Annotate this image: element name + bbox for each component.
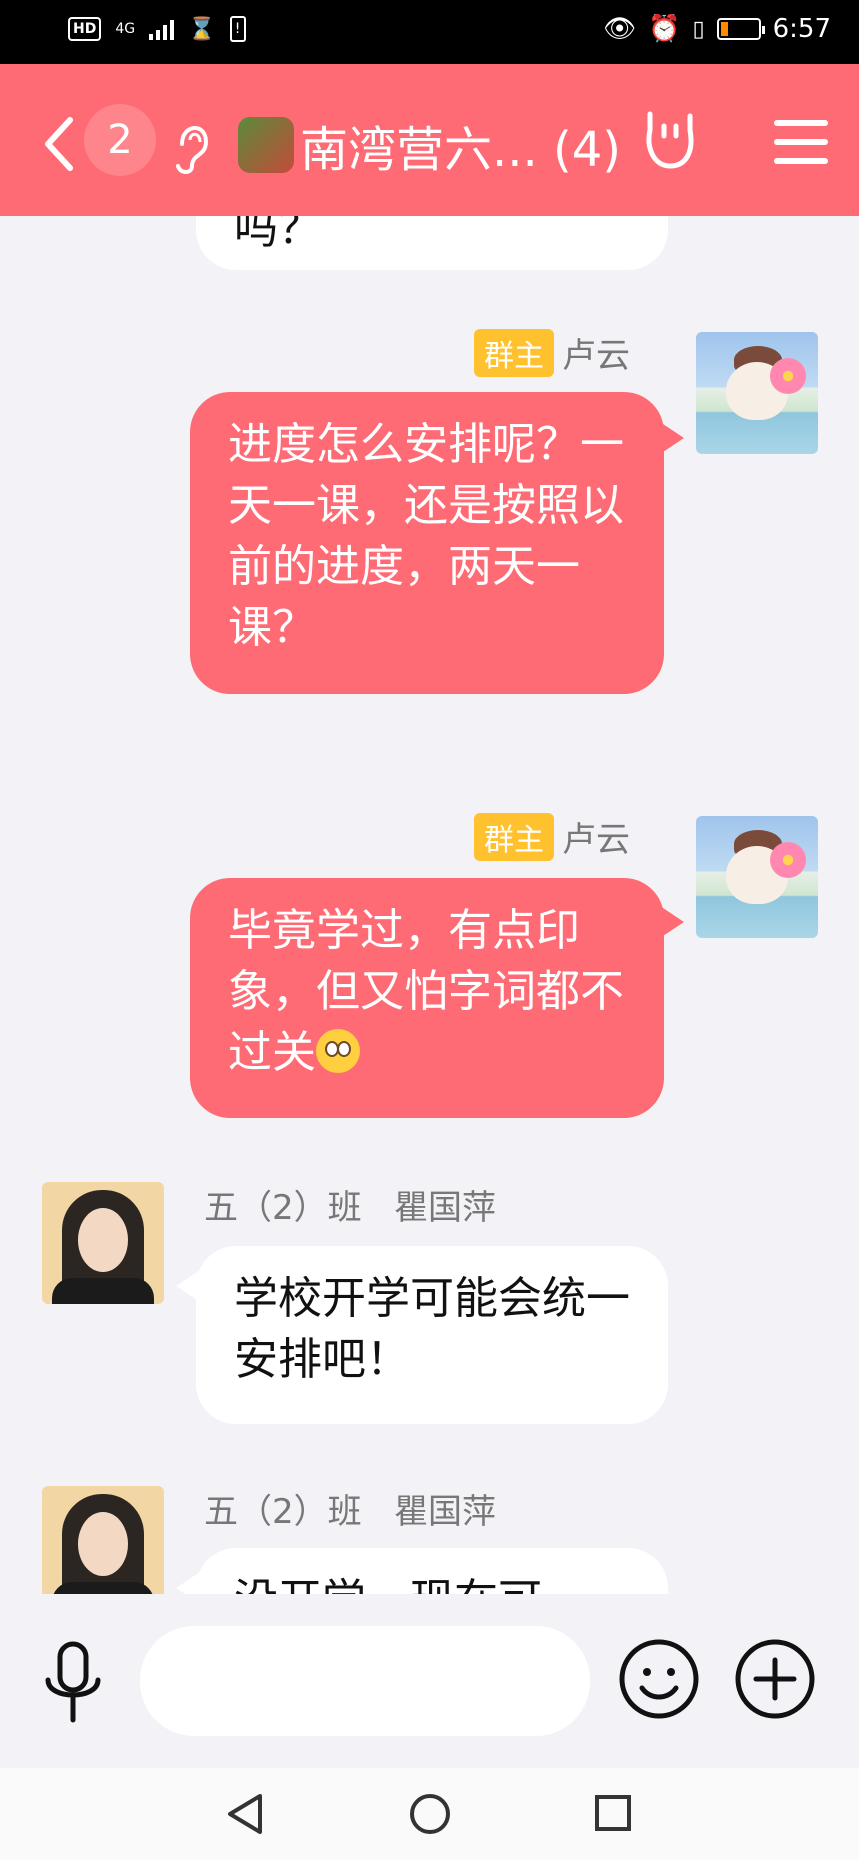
sender-name: 卢云: [562, 336, 630, 376]
sender-name: 五（2）班 瞿国萍: [204, 1188, 497, 1228]
sender-row: 群主 卢云: [474, 328, 630, 377]
hourglass-icon: ⌛: [188, 16, 216, 42]
sender-row: 五（2）班 瞿国萍: [204, 1484, 496, 1533]
owner-badge: 群主: [474, 328, 554, 377]
chat-title-text: 南湾营六... (4): [300, 122, 622, 178]
status-bar: HD 4G ⌛ ! 👁 ⏰ ▯ 6:57: [0, 0, 859, 64]
clock-time: 6:57: [772, 14, 831, 44]
alarm-icon: ⏰: [648, 14, 681, 44]
message-text: 进度怎么安排呢？一天一课，还是按照以前的进度，两天一课？: [228, 419, 624, 653]
sender-name: 五（2）班 瞿国萍: [204, 1492, 497, 1532]
message-bubble[interactable]: 毕竟学过，有点印象，但又怕字词都不过关: [190, 878, 664, 1118]
emoji-icon[interactable]: [618, 1638, 700, 1720]
message-text: 吗？: [234, 216, 322, 254]
bubble-tail: [660, 422, 684, 454]
message-text: 毕竟学过，有点印象，但又怕字词都不过关: [228, 905, 624, 1078]
message-bubble[interactable]: 没开学，现在可: [196, 1548, 668, 1594]
back-icon[interactable]: [40, 116, 80, 172]
owner-badge: 群主: [474, 812, 554, 861]
sender-name: 卢云: [562, 820, 630, 860]
message-bubble[interactable]: 学校开学可能会统一安排吧！: [196, 1246, 668, 1424]
signal-icon: [149, 18, 175, 40]
network-type: 4G: [115, 21, 136, 37]
bubble-tail: [660, 906, 684, 938]
avatar[interactable]: [696, 816, 818, 938]
message-list[interactable]: 吗？ 群主 卢云 进度怎么安排呢？一天一课，还是按照以前的进度，两天一课？ 群主…: [0, 216, 859, 1594]
vibrate-icon: ▯: [692, 16, 705, 42]
ear-icon[interactable]: [172, 116, 212, 176]
message-input[interactable]: [140, 1626, 590, 1736]
plus-icon[interactable]: [734, 1638, 816, 1720]
hd-icon: HD: [68, 17, 102, 41]
nav-recent-apps-icon[interactable]: [594, 1794, 632, 1832]
eye-icon: 👁: [603, 14, 637, 44]
dragon-avatar-icon: [238, 117, 294, 173]
message-text: 没开学，现在可: [234, 1575, 542, 1594]
battery-icon: [716, 18, 765, 40]
chat-header: 2 南湾营六... (4): [0, 64, 859, 216]
message-bubble[interactable]: 吗？: [196, 216, 668, 270]
system-nav-bar: [0, 1768, 859, 1860]
nav-back-icon[interactable]: [224, 1792, 266, 1836]
avatar[interactable]: [42, 1182, 164, 1304]
sender-row: 五（2）班 瞿国萍: [204, 1180, 496, 1229]
message-bubble[interactable]: 进度怎么安排呢？一天一课，还是按照以前的进度，两天一课？: [190, 392, 664, 694]
chat-title[interactable]: 南湾营六... (4): [238, 110, 621, 180]
sender-row: 群主 卢云: [474, 812, 630, 861]
alert-icon: !: [229, 16, 246, 42]
avatar[interactable]: [696, 332, 818, 454]
input-bar: [0, 1594, 859, 1768]
menu-icon[interactable]: [774, 118, 828, 166]
hand-gesture-icon[interactable]: [640, 108, 700, 172]
unread-count-badge[interactable]: 2: [84, 104, 156, 176]
flushed-face-emoji-icon: [316, 1029, 360, 1073]
avatar[interactable]: [42, 1486, 164, 1594]
message-text: 学校开学可能会统一安排吧！: [234, 1273, 630, 1385]
microphone-icon[interactable]: [38, 1640, 108, 1726]
nav-home-icon[interactable]: [408, 1792, 452, 1836]
